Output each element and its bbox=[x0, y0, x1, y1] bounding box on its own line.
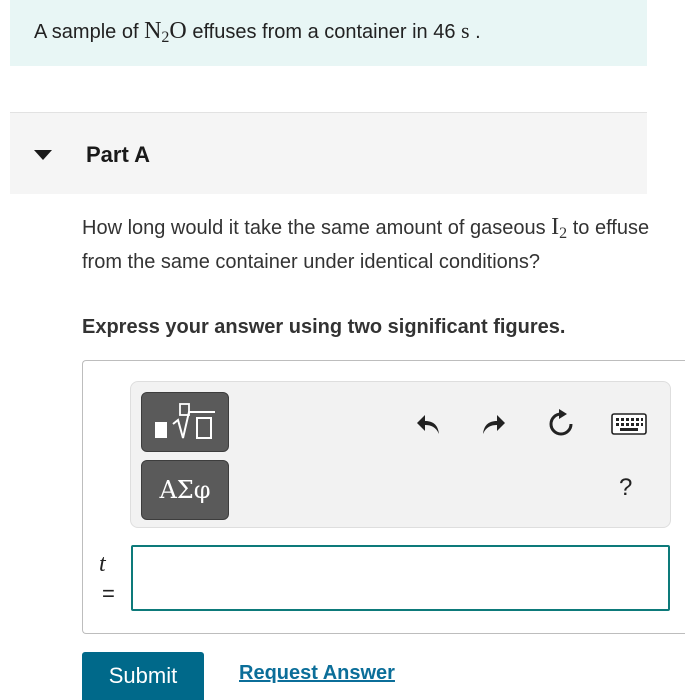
answer-panel: ΑΣφ ? t = bbox=[82, 360, 685, 634]
answer-variable: t bbox=[99, 551, 106, 577]
request-answer-link[interactable]: Request Answer bbox=[239, 662, 395, 685]
time-unit: s bbox=[461, 18, 470, 43]
help-button[interactable]: ? bbox=[619, 474, 632, 502]
formula-n2o: N2O bbox=[144, 18, 187, 46]
reset-icon[interactable] bbox=[543, 406, 579, 442]
keyboard-icon[interactable] bbox=[609, 410, 649, 438]
undo-icon[interactable] bbox=[411, 406, 447, 442]
answer-instruction: Express your answer using two significan… bbox=[82, 316, 566, 338]
formula-i2: I2 bbox=[551, 214, 568, 242]
answer-input[interactable] bbox=[131, 545, 670, 611]
part-a-header[interactable]: Part A bbox=[10, 112, 647, 194]
templates-button[interactable] bbox=[141, 392, 229, 452]
intro-prefix: A sample of bbox=[34, 21, 139, 43]
math-toolbar: ΑΣφ ? bbox=[130, 381, 671, 528]
submit-button[interactable]: Submit bbox=[82, 652, 204, 700]
intro-end: . bbox=[475, 21, 481, 43]
templates-icon bbox=[155, 403, 215, 439]
part-title: Part A bbox=[86, 142, 150, 167]
question-text: How long would it take the same amount o… bbox=[82, 214, 650, 273]
problem-intro: A sample of N2O effuses from a container… bbox=[10, 0, 647, 66]
collapse-caret-icon[interactable] bbox=[34, 150, 52, 160]
redo-icon[interactable] bbox=[475, 406, 511, 442]
intro-suffix: effuses from a container in 46 bbox=[192, 21, 456, 43]
equals-sign: = bbox=[102, 581, 115, 606]
greek-symbols-button[interactable]: ΑΣφ bbox=[141, 460, 229, 520]
